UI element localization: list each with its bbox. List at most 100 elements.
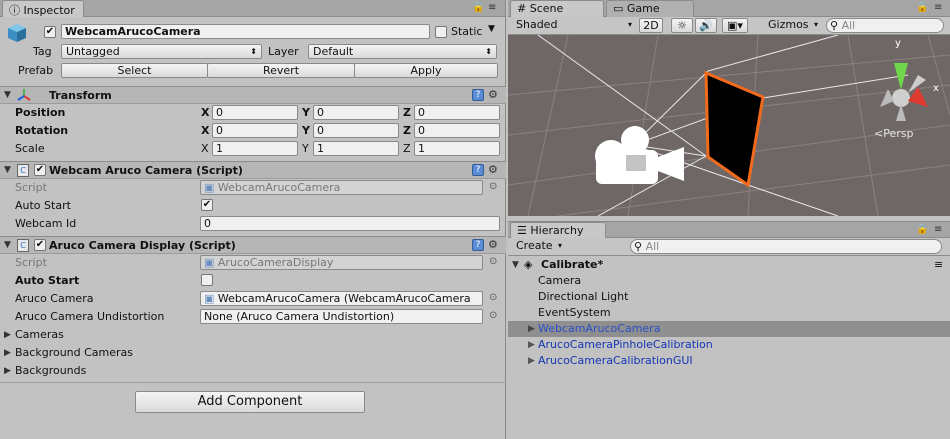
gear-icon[interactable]: ⚙	[488, 163, 498, 176]
scale-y-field[interactable]: 1	[313, 141, 399, 156]
shading-mode-value: Shaded	[516, 18, 558, 31]
gear-icon[interactable]: ⚙	[488, 88, 498, 101]
active-checkbox[interactable]: ✔	[44, 26, 56, 38]
foldout-closed-icon[interactable]: ▶	[4, 330, 11, 340]
foldout-open-icon[interactable]: ▼	[4, 165, 11, 175]
foldout-closed-icon[interactable]: ▶	[528, 337, 535, 353]
scene-panel: # Scene ▭ Game 🔒 ≡ Shaded ▾ 2D ☼ 🔊 ▣▾ Gi…	[508, 0, 950, 218]
audio-toggle-icon[interactable]: 🔊	[695, 18, 717, 33]
lighting-toggle-icon[interactable]: ☼	[671, 18, 693, 33]
foldout-open-icon[interactable]: ▼	[4, 90, 11, 100]
hierarchy-item[interactable]: ▶ ArucoCameraPinholeCalibration	[508, 337, 950, 353]
gear-icon[interactable]: ⚙	[488, 238, 498, 251]
help-icon[interactable]: ?	[472, 239, 484, 251]
create-dropdown[interactable]: Create ▾	[512, 239, 566, 254]
object-picker-icon[interactable]: ⊙	[489, 181, 497, 192]
hierarchy-item[interactable]: ▶ ArucoCameraCalibrationGUI	[508, 353, 950, 369]
object-picker-icon[interactable]: ⊙	[489, 292, 497, 303]
object-picker-icon[interactable]: ⊙	[489, 256, 497, 267]
inspector-panel: ⓘ Inspector 🔒 ≡ ✔ WebcamArucoCamera Stat…	[0, 0, 506, 439]
chevron-updown-icon: ⬍	[485, 47, 492, 56]
position-x-field[interactable]: 0	[212, 105, 298, 120]
backgrounds-foldout[interactable]: Backgrounds	[15, 364, 86, 377]
static-label: Static	[451, 25, 483, 38]
rotation-y-field[interactable]: 0	[313, 123, 399, 138]
prefab-select-button[interactable]: Select	[61, 63, 208, 78]
undistortion-field[interactable]: None (Aruco Camera Undistortion)	[200, 309, 483, 324]
display-script-enabled-checkbox[interactable]: ✔	[34, 239, 46, 251]
scene-search-input[interactable]: ⚲ All	[826, 18, 944, 33]
effects-dropdown-icon[interactable]: ▣▾	[722, 18, 748, 33]
layer-dropdown[interactable]: Default ⬍	[308, 44, 497, 59]
auto-start-label: Auto Start	[15, 274, 80, 287]
game-controller-icon: ▭	[613, 2, 624, 15]
transform-header[interactable]: ▼ Transform ? ⚙	[0, 86, 506, 104]
hierarchy-item[interactable]: ▶ WebcamArucoCamera	[508, 321, 950, 337]
webcam-script-enabled-checkbox[interactable]: ✔	[34, 164, 46, 176]
tag-dropdown[interactable]: Untagged ⬍	[61, 44, 262, 59]
transform-title: Transform	[49, 89, 112, 102]
position-z-field[interactable]: 0	[414, 105, 500, 120]
object-name-field[interactable]: WebcamArucoCamera	[61, 24, 430, 39]
scale-x-field[interactable]: 1	[212, 141, 298, 156]
hierarchy-item[interactable]: EventSystem	[508, 305, 950, 321]
lock-icon[interactable]: 🔒	[472, 2, 484, 13]
display-auto-start-checkbox[interactable]	[201, 274, 213, 286]
foldout-closed-icon[interactable]: ▶	[528, 321, 535, 337]
mode-2d-button[interactable]: 2D	[639, 18, 663, 33]
position-y-label: Y	[302, 106, 310, 119]
foldout-closed-icon[interactable]: ▶	[528, 353, 535, 369]
help-icon[interactable]: ?	[472, 89, 484, 101]
scene-root-row[interactable]: ▼ ◈ Calibrate* ≡	[508, 257, 950, 273]
prefab-apply-button[interactable]: Apply	[354, 63, 498, 78]
gizmos-dropdown[interactable]: Gizmos ▾	[764, 18, 822, 33]
tab-hierarchy[interactable]: ☰ Hierarchy	[510, 222, 606, 238]
object-picker-icon[interactable]: ⊙	[489, 310, 497, 321]
panel-menu-icon[interactable]: ≡	[934, 224, 942, 235]
display-script-header[interactable]: ▼ C ✔ Aruco Camera Display (Script) ? ⚙	[0, 236, 506, 254]
aruco-camera-field[interactable]: ▣ WebcamArucoCamera (WebcamArucoCamera	[200, 291, 483, 306]
static-checkbox[interactable]	[435, 26, 447, 38]
scale-z-field[interactable]: 1	[414, 141, 500, 156]
prefab-label: Prefab	[18, 64, 54, 77]
webcam-id-field[interactable]: 0	[200, 216, 500, 231]
foldout-closed-icon[interactable]: ▶	[4, 348, 11, 358]
inspector-tab-label: Inspector	[23, 4, 75, 17]
static-dropdown-arrow-icon[interactable]: ▼	[488, 24, 495, 34]
webcam-script-header[interactable]: ▼ C ✔ Webcam Aruco Camera (Script) ? ⚙	[0, 161, 506, 179]
rotation-z-label: Z	[403, 124, 411, 137]
scene-menu-icon[interactable]: ≡	[934, 257, 943, 273]
hierarchy-item[interactable]: Camera	[508, 273, 950, 289]
shading-mode-dropdown[interactable]: Shaded ▾	[512, 18, 636, 33]
hierarchy-tab-label: Hierarchy	[530, 224, 584, 237]
prefab-revert-button[interactable]: Revert	[207, 63, 355, 78]
scene-tab-label: Scene	[529, 2, 564, 15]
hierarchy-toolbar: Create ▾ ⚲ All	[508, 238, 950, 256]
persp-label[interactable]: <Persp	[874, 127, 913, 140]
webcam-auto-start-checkbox[interactable]: ✔	[201, 199, 213, 211]
foldout-open-icon[interactable]: ▼	[4, 240, 11, 250]
scene-viewport[interactable]: y x <Persp	[508, 35, 950, 216]
tab-scene[interactable]: # Scene	[510, 0, 604, 17]
panel-menu-icon[interactable]: ≡	[488, 2, 496, 13]
game-tab-label: Game	[626, 2, 660, 15]
foldout-open-icon[interactable]: ▼	[512, 257, 519, 273]
tab-inspector[interactable]: ⓘ Inspector	[2, 0, 84, 17]
lock-icon[interactable]: 🔒	[916, 2, 928, 13]
cameras-foldout[interactable]: Cameras	[15, 328, 64, 341]
rotation-z-field[interactable]: 0	[414, 123, 500, 138]
hierarchy-item[interactable]: Directional Light	[508, 289, 950, 305]
lock-icon[interactable]: 🔒	[916, 224, 928, 235]
panel-menu-icon[interactable]: ≡	[934, 2, 942, 13]
script-file-icon: C	[17, 164, 29, 177]
tab-game[interactable]: ▭ Game	[606, 0, 694, 17]
background-cameras-foldout[interactable]: Background Cameras	[15, 346, 133, 359]
position-y-field[interactable]: 0	[313, 105, 399, 120]
foldout-closed-icon[interactable]: ▶	[4, 366, 11, 376]
hierarchy-search-input[interactable]: ⚲ All	[630, 239, 942, 254]
hierarchy-item-label: Camera	[538, 274, 582, 287]
help-icon[interactable]: ?	[472, 164, 484, 176]
add-component-button[interactable]: Add Component	[135, 391, 365, 413]
hierarchy-item-label: ArucoCameraPinholeCalibration	[538, 338, 713, 351]
rotation-x-field[interactable]: 0	[212, 123, 298, 138]
